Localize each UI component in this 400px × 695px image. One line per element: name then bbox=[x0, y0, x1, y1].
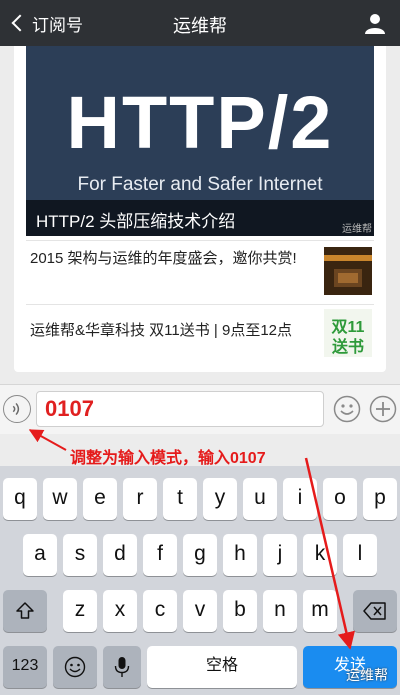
key-r[interactable]: r bbox=[123, 478, 157, 520]
back-button[interactable]: 订阅号 bbox=[8, 11, 83, 35]
banner-headline: HTTP/2 bbox=[66, 81, 334, 164]
banner-watermark: 运维帮 bbox=[342, 224, 372, 235]
key-k[interactable]: k bbox=[303, 534, 337, 576]
back-label: 订阅号 bbox=[32, 15, 83, 35]
keyboard: q w e r t y u i o p a s d f g h j k l z … bbox=[0, 466, 400, 695]
shift-icon bbox=[16, 602, 34, 619]
article-thumbnail: 双11 送书 bbox=[324, 309, 372, 357]
key-i[interactable]: i bbox=[283, 478, 317, 520]
key-w[interactable]: w bbox=[43, 478, 77, 520]
key-j[interactable]: j bbox=[263, 534, 297, 576]
article-banner[interactable]: HTTP/2 For Faster and Safer Internet HTT… bbox=[26, 46, 374, 236]
key-q[interactable]: q bbox=[3, 478, 37, 520]
key-u[interactable]: u bbox=[243, 478, 277, 520]
user-icon[interactable] bbox=[364, 12, 386, 34]
emoji-icon[interactable] bbox=[333, 395, 361, 423]
key-y[interactable]: y bbox=[203, 478, 237, 520]
nav-bar: 订阅号 运维帮 bbox=[0, 0, 400, 46]
backspace-icon bbox=[363, 602, 386, 620]
voice-icon[interactable] bbox=[3, 395, 31, 423]
key-z[interactable]: z bbox=[63, 590, 97, 632]
key-l[interactable]: l bbox=[343, 534, 377, 576]
key-d[interactable]: d bbox=[103, 534, 137, 576]
key-b[interactable]: b bbox=[223, 590, 257, 632]
key-p[interactable]: p bbox=[363, 478, 397, 520]
key-e[interactable]: e bbox=[83, 478, 117, 520]
key-h[interactable]: h bbox=[223, 534, 257, 576]
chevron-left-icon bbox=[11, 14, 29, 32]
article-card: HTTP/2 For Faster and Safer Internet HTT… bbox=[14, 46, 386, 372]
key-o[interactable]: o bbox=[323, 478, 357, 520]
key-c[interactable]: c bbox=[143, 590, 177, 632]
dictation-key[interactable] bbox=[103, 646, 141, 688]
key-m[interactable]: m bbox=[303, 590, 337, 632]
key-s[interactable]: s bbox=[63, 534, 97, 576]
key-n[interactable]: n bbox=[263, 590, 297, 632]
article-thumbnail bbox=[324, 247, 372, 295]
key-v[interactable]: v bbox=[183, 590, 217, 632]
space-key[interactable]: 空格 bbox=[147, 646, 297, 688]
instruction-annotation: 调整为输入模式，输入0107 bbox=[70, 450, 266, 467]
watermark: 运维帮 bbox=[346, 667, 388, 683]
banner-caption: HTTP/2 头部压缩技术介绍 bbox=[26, 200, 374, 236]
article-row[interactable]: 2015 架构与运维的年度盛会，邀你共赏! bbox=[26, 240, 374, 302]
article-row[interactable]: 运维帮&华章科技 双11送书 | 9点至12点 双11 送书 bbox=[26, 304, 374, 360]
thumb-line: 送书 bbox=[331, 339, 364, 356]
microphone-icon bbox=[114, 657, 130, 677]
plus-icon[interactable] bbox=[369, 395, 397, 423]
emoji-icon bbox=[64, 656, 86, 678]
article-row-title: 2015 架构与运维的年度盛会，邀你共赏! bbox=[30, 250, 297, 267]
key-f[interactable]: f bbox=[143, 534, 177, 576]
message-input[interactable]: 0107 bbox=[36, 391, 324, 427]
key-x[interactable]: x bbox=[103, 590, 137, 632]
key-a[interactable]: a bbox=[23, 534, 57, 576]
shift-key[interactable] bbox=[3, 590, 47, 632]
key-g[interactable]: g bbox=[183, 534, 217, 576]
key-t[interactable]: t bbox=[163, 478, 197, 520]
numbers-key[interactable]: 123 bbox=[3, 646, 47, 688]
backspace-key[interactable] bbox=[353, 590, 397, 632]
message-input-bar: 0107 bbox=[0, 384, 400, 434]
banner-subtitle: For Faster and Safer Internet bbox=[77, 174, 323, 195]
emoji-key[interactable] bbox=[53, 646, 97, 688]
article-row-title: 运维帮&华章科技 双11送书 | 9点至12点 bbox=[30, 322, 293, 339]
